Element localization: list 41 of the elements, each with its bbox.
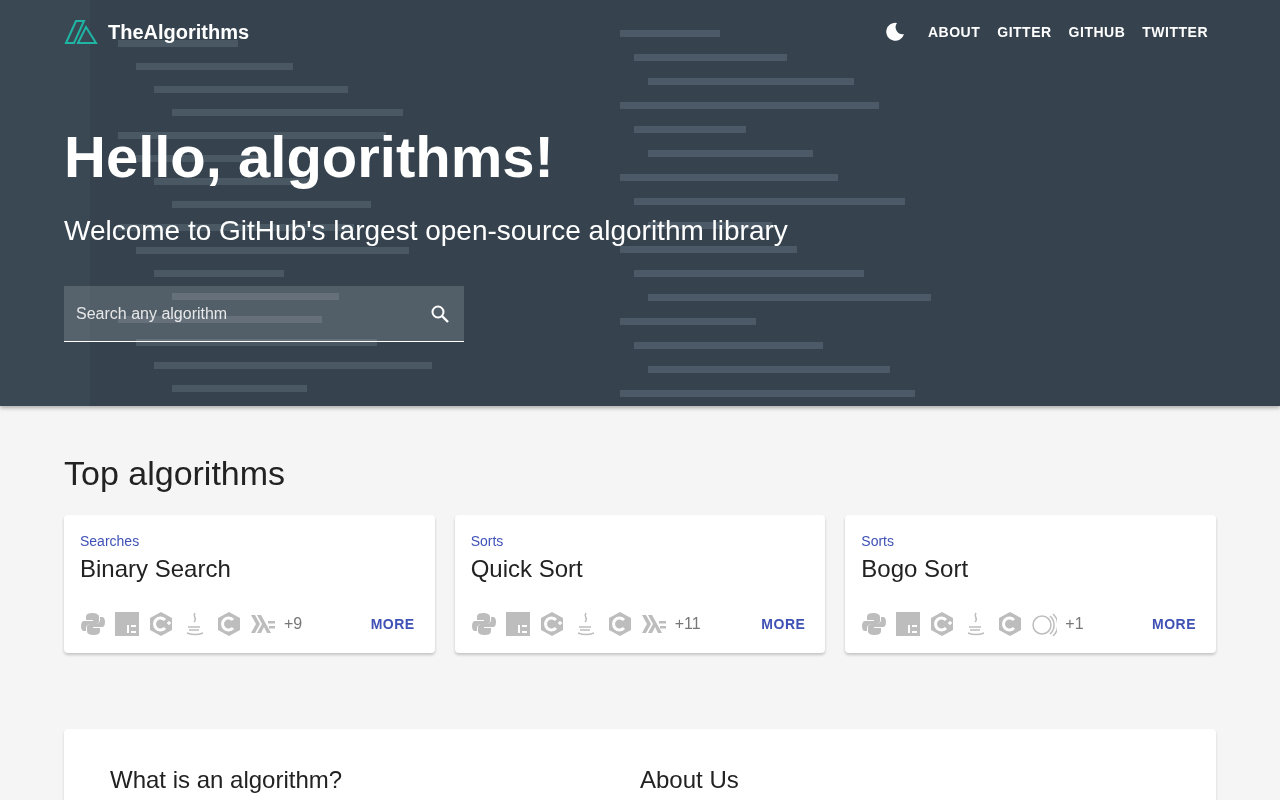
section-title: Top algorithms (64, 454, 287, 493)
language-logo-icon[interactable] (606, 611, 633, 637)
language-logo-icon[interactable] (470, 611, 497, 637)
category-link[interactable]: Sorts (470, 533, 504, 549)
more-languages-count: +1 (1065, 615, 1084, 633)
nav-link[interactable]: GITHUB (1068, 24, 1126, 40)
language-logo-icon[interactable] (538, 611, 565, 637)
more-button[interactable]: MORE (1148, 612, 1200, 636)
algorithm-card[interactable]: Sorts Quick Sort +11 MORE (454, 515, 826, 653)
info-heading: What is an algorithm? (110, 765, 344, 795)
language-logo-icon[interactable] (929, 611, 956, 637)
algorithm-name[interactable]: Bogo Sort (861, 555, 969, 583)
moon-icon[interactable] (885, 22, 905, 42)
hero-title: Hello, algorithms! (64, 123, 555, 191)
nav-link[interactable]: ABOUT (928, 24, 981, 40)
language-logo-icon[interactable] (80, 611, 106, 637)
brand-name[interactable]: TheAlgorithms (108, 20, 250, 44)
logo-icon (64, 19, 98, 45)
language-logo-icon[interactable] (114, 611, 140, 637)
algorithm-name[interactable]: Quick Sort (470, 555, 583, 583)
nav-link[interactable]: GITTER (997, 24, 1052, 40)
category-link[interactable]: Searches (80, 533, 140, 549)
nav-link[interactable]: TWITTER (1142, 24, 1208, 40)
language-logo-icon[interactable] (216, 611, 242, 637)
algorithm-name[interactable]: Binary Search (80, 555, 231, 583)
algorithm-card[interactable]: Searches Binary Search +9 MORE (64, 515, 435, 653)
language-logo-icon[interactable] (997, 611, 1024, 637)
more-button[interactable]: MORE (366, 612, 419, 636)
language-logo-icon[interactable] (504, 611, 531, 637)
info-heading: About Us (640, 765, 740, 795)
language-logo-icon[interactable] (1031, 611, 1058, 637)
more-button[interactable]: MORE (757, 612, 810, 636)
hero-subtitle: Welcome to GitHub's largest open-source algorithm library (64, 214, 789, 248)
algorithm-card[interactable]: Sorts Bogo Sort +1 MORE (845, 515, 1216, 653)
more-languages-count: +11 (674, 615, 701, 633)
search-icon[interactable] (430, 304, 450, 324)
language-logo-icon[interactable] (148, 611, 174, 637)
language-logo-icon[interactable] (895, 611, 922, 637)
more-languages-count: +9 (284, 615, 303, 633)
category-link[interactable]: Sorts (861, 533, 894, 549)
language-logo-icon[interactable] (861, 611, 888, 637)
